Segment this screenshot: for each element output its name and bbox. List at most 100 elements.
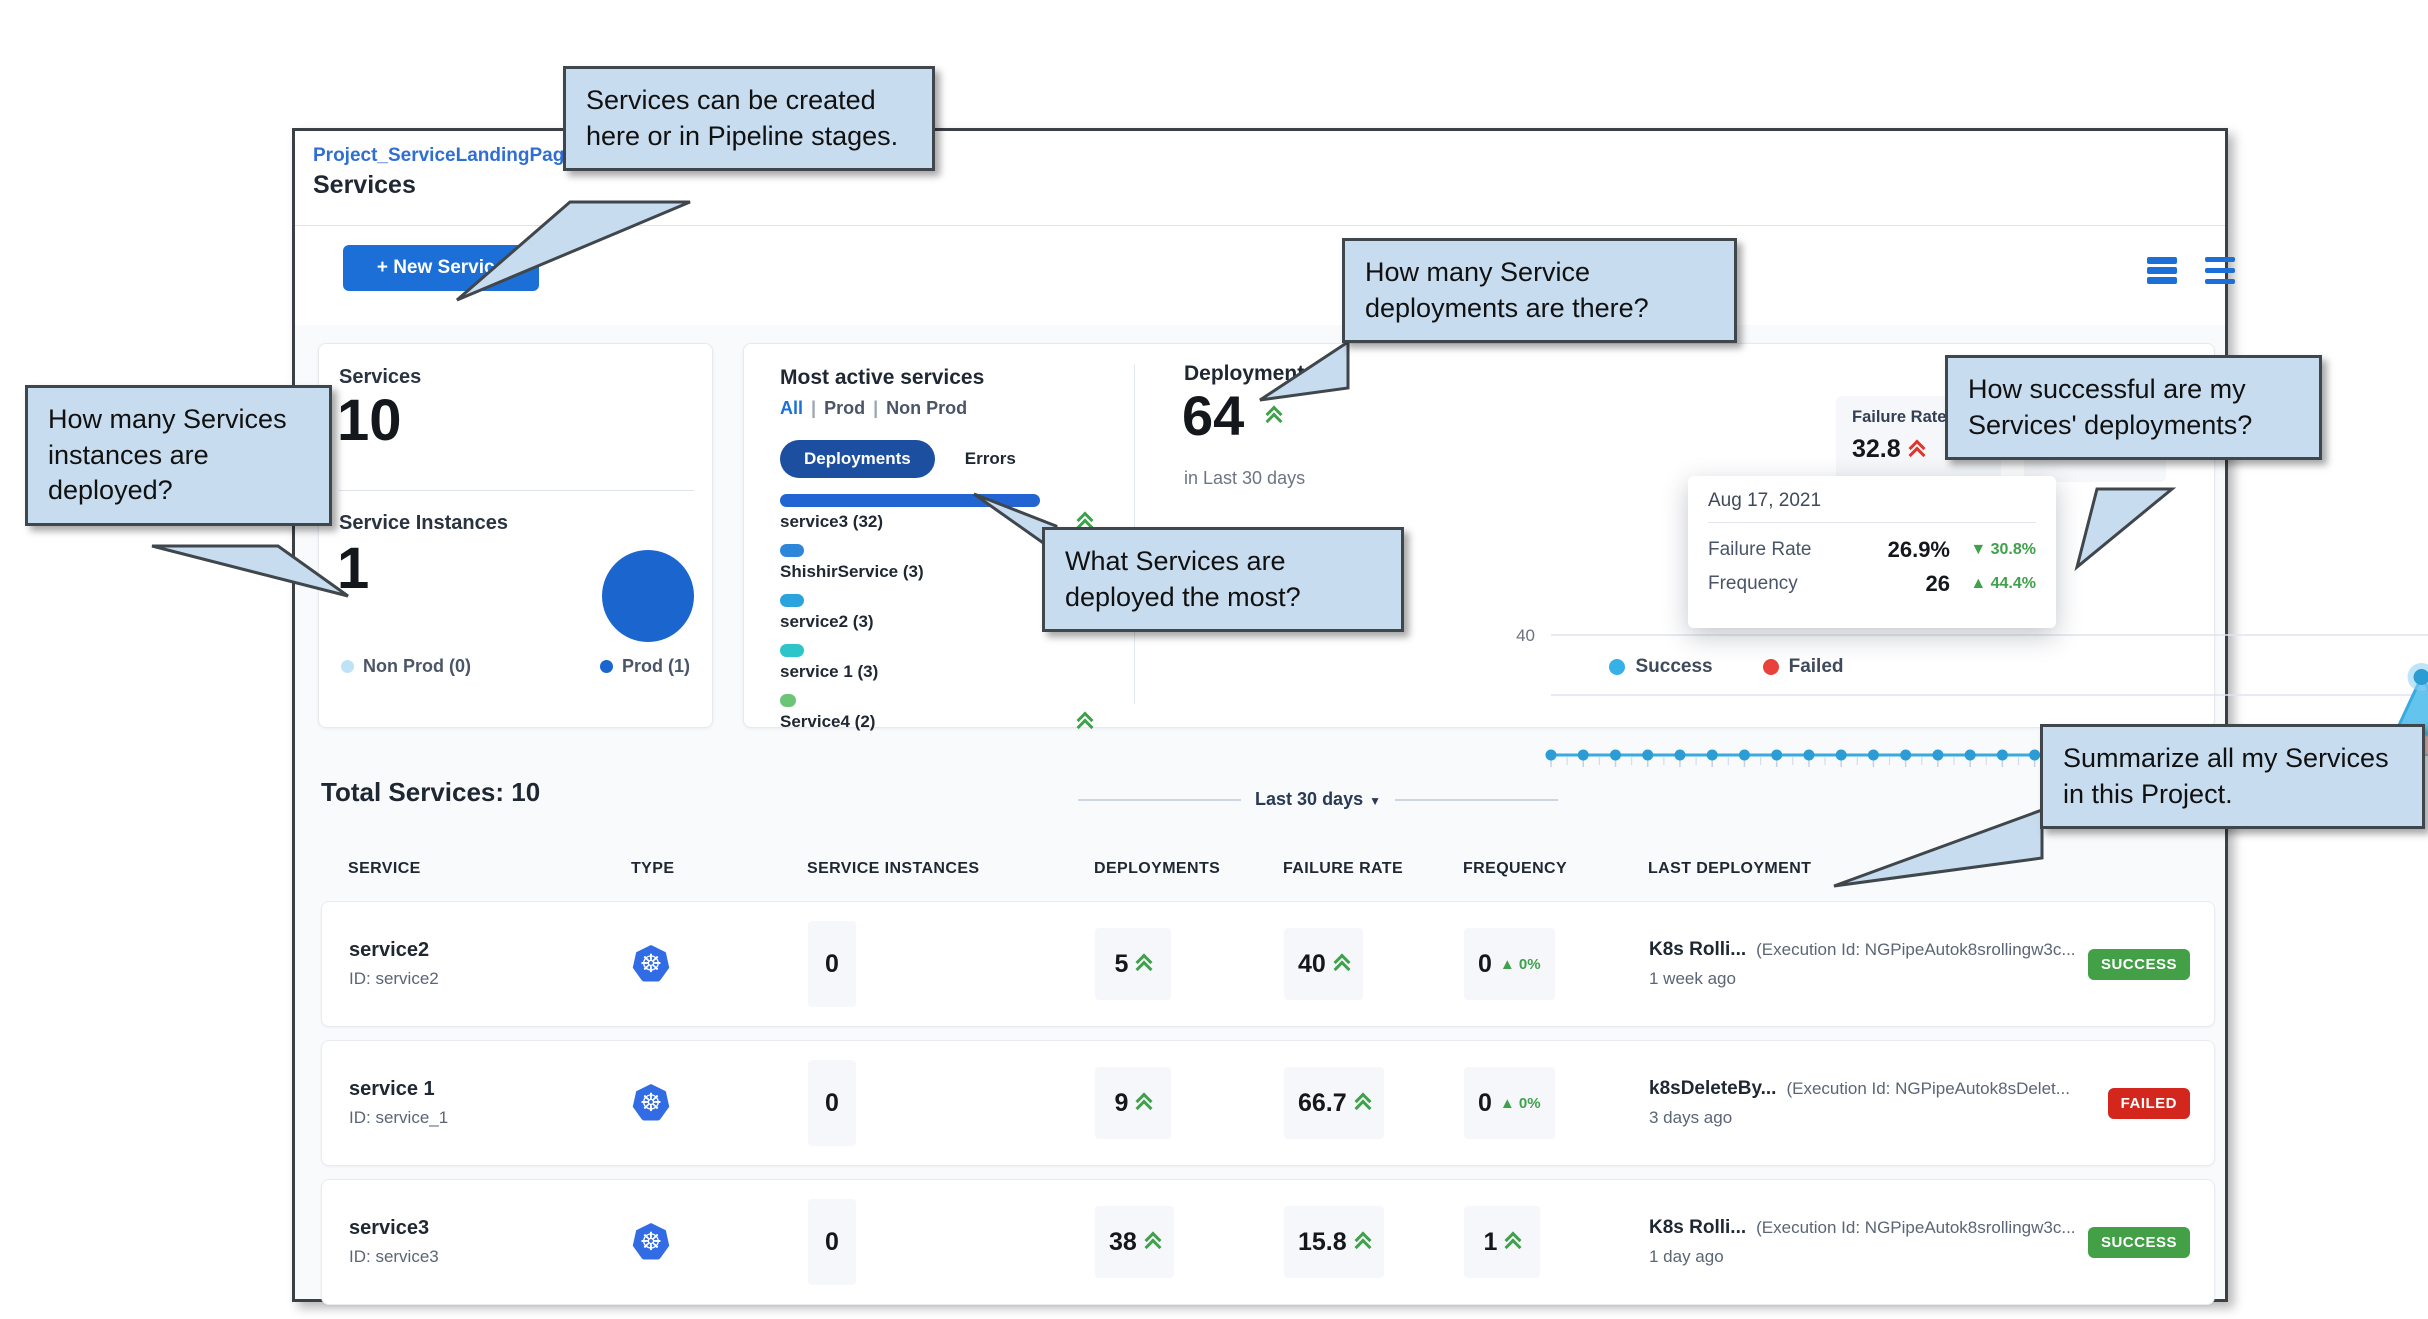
env-filters: All|Prod|Non Prod — [780, 398, 967, 419]
pipeline-name[interactable]: K8s Rolli... — [1649, 939, 1746, 961]
callout-deployments: How many Service deployments are there? — [1342, 238, 1737, 343]
service-activity-bar — [780, 694, 796, 707]
failure-rate-cell: 40 — [1284, 928, 1464, 1000]
failure-rate-value: 15.8 — [1284, 1206, 1384, 1278]
page-title: Services — [313, 171, 416, 200]
frequency-cell: 0▲ 0% — [1464, 928, 1649, 1000]
most-active-title: Most active services — [780, 366, 984, 390]
chart-tooltip: Aug 17, 2021 Failure Rate 26.9% ▼ 30.8% … — [1688, 476, 2056, 628]
tooltip-delta: ▼ 30.8% — [1950, 541, 2036, 559]
service-activity-label: service3 (32) — [780, 512, 883, 532]
callout-tail — [1258, 340, 1353, 406]
failure-rate-value: 66.7 — [1284, 1067, 1384, 1139]
time-range-dropdown[interactable]: Last 30 days ▼ — [1078, 789, 1558, 810]
tooltip-divider — [1708, 522, 2036, 523]
frequency-value: 0▲ 0% — [1464, 1067, 1555, 1139]
status-badge: SUCCESS — [2088, 1227, 2190, 1258]
service-id: ID: service_1 — [349, 1108, 632, 1128]
trend-up-icon — [1136, 955, 1151, 973]
type-cell: ☸ — [632, 1223, 808, 1261]
trend-up-icon — [1909, 441, 1924, 459]
legend-label: Prod (1) — [622, 656, 690, 677]
callout-most-deployed: What Services are deployed the most? — [1042, 527, 1404, 632]
metric-toggle: Deployments Errors — [780, 440, 1016, 478]
tooltip-value: 26 — [1926, 571, 1950, 597]
service-activity-label: service2 (3) — [780, 612, 874, 632]
list-view-icon[interactable] — [2205, 257, 2235, 284]
filter-all[interactable]: All — [780, 398, 803, 418]
filter-prod[interactable]: Prod — [824, 398, 865, 418]
pipeline-name[interactable]: k8sDeleteBy... — [1649, 1078, 1776, 1100]
frequency-value: 0▲ 0% — [1464, 928, 1555, 1000]
status-badge: FAILED — [2108, 1088, 2190, 1119]
column-header-deployments: DEPLOYMENTS — [1094, 860, 1283, 878]
service-name[interactable]: service3 — [349, 1217, 632, 1240]
trend-up-icon — [1136, 1094, 1151, 1112]
card-view-icon[interactable] — [2147, 257, 2177, 284]
card-divider — [339, 490, 694, 491]
deployments-period: in Last 30 days — [1184, 468, 1305, 489]
tooltip-row: Frequency 26 ▲ 44.4% — [1708, 571, 2036, 597]
non-prod-dot-icon — [341, 660, 354, 673]
service-activity-bar — [780, 544, 804, 557]
deployments-cell: 9 — [1095, 1067, 1284, 1139]
kubernetes-icon: ☸ — [632, 1223, 670, 1261]
chevron-down-icon: ▼ — [1369, 794, 1381, 808]
legend-label: Failed — [1789, 656, 1844, 678]
legend-non-prod: Non Prod (0) — [341, 656, 471, 677]
view-switcher — [2147, 257, 2235, 284]
services-count-value: 10 — [337, 392, 402, 450]
trend-up-icon — [1266, 407, 1281, 425]
callout-summarize: Summarize all my Services in this Projec… — [2040, 724, 2425, 829]
services-summary-card: Services 10 Service Instances 1 Non Prod… — [318, 343, 713, 728]
kubernetes-icon: ☸ — [632, 945, 670, 983]
last-deployment-time: 3 days ago — [1649, 1108, 2108, 1128]
instances-value: 0 — [808, 921, 856, 1007]
pipeline-name[interactable]: K8s Rolli... — [1649, 1217, 1746, 1239]
deployments-value: 38 — [1095, 1206, 1174, 1278]
table-row[interactable]: service3 ID: service3 ☸ 0 38 15.8 1 K8s … — [321, 1179, 2215, 1305]
status-cell: SUCCESS — [2088, 949, 2190, 980]
deployments-count-value: 64 — [1182, 388, 1244, 444]
breadcrumb[interactable]: Project_ServiceLandingPag — [313, 145, 564, 167]
errors-toggle[interactable]: Errors — [965, 449, 1016, 469]
service-instances-label: Service Instances — [339, 512, 508, 535]
filter-non-prod[interactable]: Non Prod — [886, 398, 967, 418]
service-activity-label: service 1 (3) — [780, 662, 878, 682]
service-id: ID: service3 — [349, 1247, 632, 1267]
service-cell: service2 ID: service2 — [349, 939, 632, 989]
divider-line — [1078, 799, 1241, 801]
trend-up-icon — [1145, 1233, 1160, 1251]
frequency-value: 1 — [1464, 1206, 1540, 1278]
legend-label: Success — [1635, 656, 1712, 678]
service-name[interactable]: service2 — [349, 939, 632, 962]
time-range-value: Last 30 days — [1255, 789, 1363, 809]
tooltip-label: Failure Rate — [1708, 539, 1888, 561]
last-deployment-cell: K8s Rolli... (Execution Id: NGPipeAutok8s… — [1649, 939, 2088, 989]
tooltip-value: 26.9% — [1888, 537, 1950, 563]
list-item[interactable]: service 1 (3) — [780, 644, 1092, 682]
service-id: ID: service2 — [349, 969, 632, 989]
callout-success: How successful are my Services' deployme… — [1945, 355, 2322, 460]
execution-id: (Execution Id: NGPipeAutok8srollingw3c..… — [1756, 940, 2075, 960]
service-activity-bar — [780, 644, 804, 657]
chart-legend: Success Failed — [1259, 656, 2194, 678]
trend-up-icon — [1355, 1094, 1370, 1112]
last-deployment-time: 1 day ago — [1649, 1247, 2088, 1267]
trend-up-icon — [1334, 955, 1349, 973]
table-row[interactable]: service 1 ID: service_1 ☸ 0 9 66.7 0▲ 0%… — [321, 1040, 2215, 1166]
legend-success: Success — [1609, 656, 1712, 678]
callout-tail — [150, 544, 355, 602]
column-header-service: SERVICE — [348, 860, 631, 878]
svg-text:40: 40 — [1516, 626, 1535, 645]
total-services-label: Total Services: 10 — [321, 777, 540, 808]
failure-rate-cell: 66.7 — [1284, 1067, 1464, 1139]
service-name[interactable]: service 1 — [349, 1078, 632, 1101]
list-item[interactable]: Service4 (2) — [780, 694, 1092, 732]
instances-cell: 0 — [808, 1199, 1095, 1285]
service-activity-label: Service4 (2) — [780, 712, 875, 732]
table-row[interactable]: service2 ID: service2 ☸ 0 5 40 0▲ 0% K8s… — [321, 901, 2215, 1027]
deployments-toggle[interactable]: Deployments — [780, 440, 935, 478]
instances-cell: 0 — [808, 1060, 1095, 1146]
instances-value: 0 — [808, 1199, 856, 1285]
